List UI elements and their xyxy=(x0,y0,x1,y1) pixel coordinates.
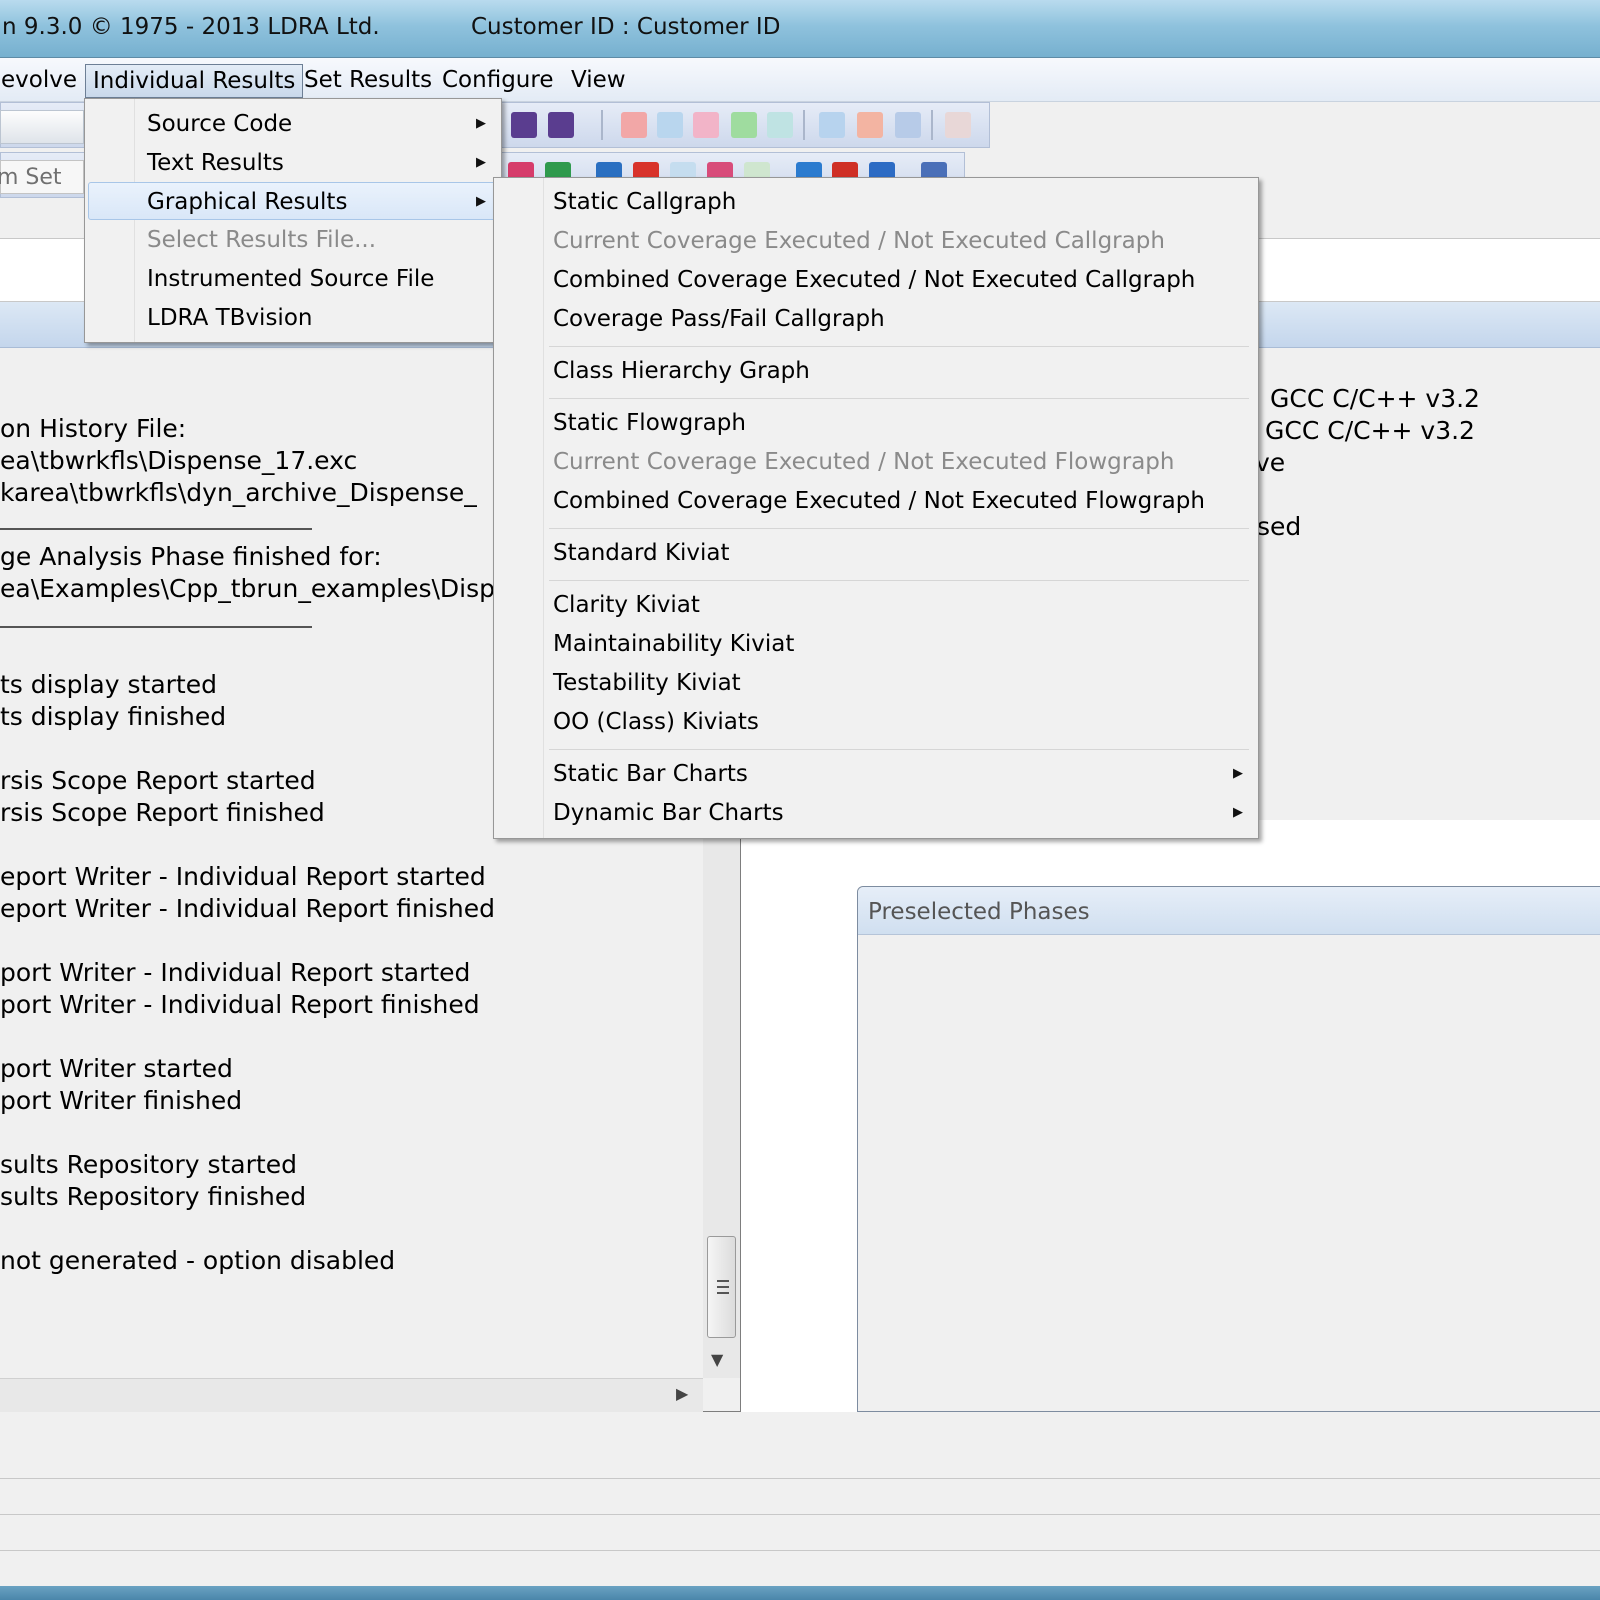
preselected-phases-title: Preselected Phases xyxy=(868,899,1090,925)
menu-item-oo-class-kiviats[interactable]: OO (Class) Kiviats xyxy=(497,703,1252,741)
pink-graph-icon[interactable] xyxy=(621,112,647,138)
menu-separator xyxy=(549,580,1249,581)
log-line: port Writer - Individual Report started xyxy=(0,958,471,987)
menu-set-results[interactable]: Set Results xyxy=(297,64,439,98)
report-icon[interactable] xyxy=(945,112,971,138)
log-line: rsis Scope Report started xyxy=(0,766,316,795)
menu-item-instrumented-source-file[interactable]: Instrumented Source File xyxy=(88,260,498,298)
log-line: sults Repository started xyxy=(0,1150,297,1179)
info-line: GCC C/C++ v3.2 xyxy=(1270,384,1480,413)
info-line: ve xyxy=(1255,448,1286,477)
menu-individual-results[interactable]: Individual Results xyxy=(85,64,304,98)
submenu-arrow-icon: ▶ xyxy=(476,194,486,209)
title-bar: n 9.3.0 © 1975 - 2013 LDRA Ltd. Customer… xyxy=(0,0,1600,58)
menu-item-maintainability-kiviat[interactable]: Maintainability Kiviat xyxy=(497,625,1252,663)
window-title: n 9.3.0 © 1975 - 2013 LDRA Ltd. xyxy=(2,14,380,40)
log-line: eport Writer - Individual Report started xyxy=(0,862,486,891)
log-line: eport Writer - Individual Report finishe… xyxy=(0,894,495,923)
grip-icon xyxy=(717,1280,729,1282)
log-divider xyxy=(0,626,312,628)
flowgraph-tool-icon[interactable] xyxy=(548,112,574,138)
submenu-arrow-icon: ▶ xyxy=(476,116,486,131)
menu-item-text-results[interactable]: Text Results ▶ xyxy=(88,144,498,182)
scroll-down-arrow-icon[interactable]: ▼ xyxy=(711,1350,723,1369)
menu-separator xyxy=(549,398,1249,399)
log-line: ea\Examples\Cpp_tbrun_examples\Disp xyxy=(0,574,496,603)
bar-chart-icon[interactable] xyxy=(857,112,883,138)
kiviat-icon[interactable] xyxy=(819,112,845,138)
menu-item-testability-kiviat[interactable]: Testability Kiviat xyxy=(497,664,1252,702)
menu-separator xyxy=(549,749,1249,750)
graphical-results-submenu: Static Callgraph Current Coverage Execut… xyxy=(493,177,1259,839)
log-line: port Writer started xyxy=(0,1054,233,1083)
menu-item-source-code[interactable]: Source Code ▶ xyxy=(88,105,498,143)
menu-item-combined-coverage-callgraph[interactable]: Combined Coverage Executed / Not Execute… xyxy=(497,261,1252,299)
customer-id: Customer ID : Customer ID xyxy=(471,14,781,40)
menu-evolve[interactable]: evolve xyxy=(0,64,84,98)
menu-separator xyxy=(549,528,1249,529)
menu-item-dynamic-bar-charts[interactable]: Dynamic Bar Charts ▶ xyxy=(497,794,1252,832)
log-line: port Writer - Individual Report finished xyxy=(0,990,480,1019)
log-line: sults Repository finished xyxy=(0,1182,307,1211)
info-line: sed xyxy=(1257,512,1302,541)
info-line: GCC C/C++ v3.2 xyxy=(1265,416,1475,445)
log-line: not generated - option disabled xyxy=(0,1246,396,1275)
menu-item-current-coverage-callgraph[interactable]: Current Coverage Executed / Not Executed… xyxy=(497,222,1252,260)
green-graph-icon[interactable] xyxy=(731,112,757,138)
submenu-arrow-icon: ▶ xyxy=(1233,766,1243,781)
log-divider xyxy=(0,528,312,530)
preselected-phases-panel: Preselected Phases xyxy=(857,886,1600,1412)
toolbar-left-box xyxy=(0,110,84,144)
horizontal-scrollbar[interactable] xyxy=(0,1378,703,1412)
log-line: ge Analysis Phase finished for: xyxy=(0,542,382,571)
menu-view[interactable]: View xyxy=(564,64,633,98)
menu-configure[interactable]: Configure xyxy=(435,64,560,98)
status-bar-1 xyxy=(0,1478,1600,1514)
toolbar-separator xyxy=(601,110,603,140)
log-line: rsis Scope Report finished xyxy=(0,798,325,827)
individual-results-menu: Source Code ▶ Text Results ▶ Graphical R… xyxy=(84,98,502,343)
scroll-thumb[interactable] xyxy=(707,1236,736,1338)
bar-chart-blue-icon[interactable] xyxy=(895,112,921,138)
log-line: karea\tbwrkfls\dyn_archive_Dispense_ xyxy=(0,478,477,507)
log-line: ts display started xyxy=(0,670,217,699)
callgraph-tool-icon[interactable] xyxy=(511,112,537,138)
menu-separator xyxy=(549,346,1249,347)
set-selector[interactable]: m Set xyxy=(0,160,84,194)
menu-item-static-bar-charts[interactable]: Static Bar Charts ▶ xyxy=(497,755,1252,793)
log-line: ts display finished xyxy=(0,702,227,731)
grip-icon xyxy=(717,1286,729,1288)
pink-flow-icon[interactable] xyxy=(693,112,719,138)
menu-item-standard-kiviat[interactable]: Standard Kiviat xyxy=(497,534,1252,572)
scroll-right-arrow-icon[interactable]: ▶ xyxy=(676,1384,688,1403)
menu-item-select-results-file[interactable]: Select Results File... xyxy=(88,221,498,259)
toolbar-separator xyxy=(931,110,933,140)
menu-item-coverage-pass-fail-callgraph[interactable]: Coverage Pass/Fail Callgraph xyxy=(497,300,1252,338)
taskbar-edge xyxy=(0,1586,1600,1600)
log-line: on History File: xyxy=(0,414,187,443)
menu-item-combined-coverage-flowgraph[interactable]: Combined Coverage Executed / Not Execute… xyxy=(497,482,1252,520)
status-bar-3 xyxy=(0,1550,1600,1586)
teal-graph-icon[interactable] xyxy=(767,112,793,138)
submenu-arrow-icon: ▶ xyxy=(476,155,486,170)
log-line: ea\tbwrkfls\Dispense_17.exc xyxy=(0,446,358,475)
submenu-arrow-icon: ▶ xyxy=(1233,805,1243,820)
menu-bar: evolve Individual Results Set Results Co… xyxy=(0,58,1600,102)
menu-item-current-coverage-flowgraph[interactable]: Current Coverage Executed / Not Executed… xyxy=(497,443,1252,481)
menu-item-ldra-tbvision[interactable]: LDRA TBvision xyxy=(88,299,498,337)
blue-graph-icon[interactable] xyxy=(657,112,683,138)
menu-item-clarity-kiviat[interactable]: Clarity Kiviat xyxy=(497,586,1252,624)
menu-item-class-hierarchy-graph[interactable]: Class Hierarchy Graph xyxy=(497,352,1252,390)
menu-item-graphical-results[interactable]: Graphical Results ▶ xyxy=(88,182,498,220)
status-bar-2 xyxy=(0,1514,1600,1550)
menu-item-static-flowgraph[interactable]: Static Flowgraph xyxy=(497,404,1252,442)
toolbar-separator xyxy=(803,110,805,140)
grip-icon xyxy=(717,1292,729,1294)
preselected-phases-header: Preselected Phases xyxy=(858,887,1600,935)
log-line: port Writer finished xyxy=(0,1086,243,1115)
menu-item-static-callgraph[interactable]: Static Callgraph xyxy=(497,183,1252,221)
